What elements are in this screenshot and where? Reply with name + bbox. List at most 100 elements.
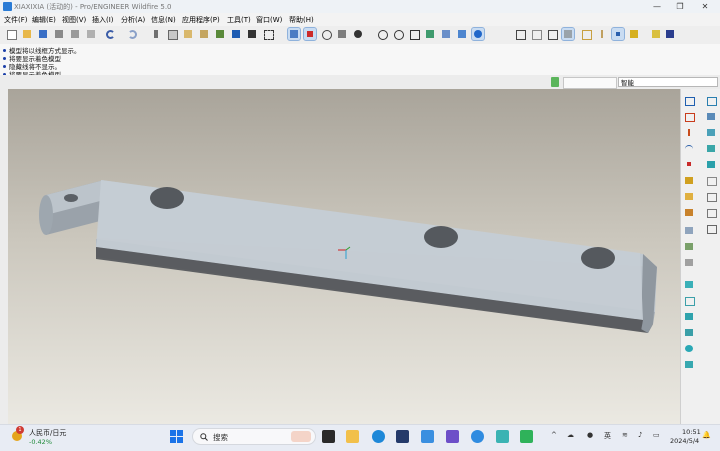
- volume-icon[interactable]: ♪: [638, 431, 642, 439]
- menu-applications[interactable]: 应用程序(P): [182, 15, 220, 25]
- chamfer-icon[interactable]: [684, 360, 694, 369]
- undo-icon[interactable]: [104, 28, 116, 40]
- regenerate-icon[interactable]: [214, 28, 226, 40]
- wifi-icon[interactable]: ≋: [622, 431, 628, 439]
- microphone-icon[interactable]: ●: [587, 431, 593, 439]
- layers-icon[interactable]: [456, 28, 468, 40]
- revolve-icon[interactable]: [684, 226, 694, 235]
- open-folder-icon[interactable]: [21, 28, 33, 40]
- menu-analysis[interactable]: 分析(A): [121, 15, 145, 25]
- taskbar-search-box[interactable]: 搜索: [192, 428, 316, 445]
- sketch-icon[interactable]: [684, 96, 695, 106]
- csys-icon[interactable]: [684, 176, 694, 185]
- edge-browser-icon[interactable]: [372, 430, 385, 443]
- cut-icon[interactable]: [150, 28, 162, 40]
- zoom-in-icon[interactable]: [376, 28, 388, 40]
- browser-icon[interactable]: [471, 430, 484, 443]
- no-hidden-icon[interactable]: [546, 28, 558, 40]
- close-button[interactable]: ✕: [698, 1, 712, 12]
- extend-icon[interactable]: [706, 160, 716, 169]
- display-style-icon[interactable]: [471, 27, 485, 41]
- battery-icon[interactable]: ▭: [653, 431, 660, 439]
- menu-insert[interactable]: 插入(I): [92, 15, 114, 25]
- file-explorer-icon[interactable]: [346, 430, 359, 443]
- task-view-icon[interactable]: [322, 430, 335, 443]
- merge-icon[interactable]: [706, 128, 716, 137]
- spin-center-icon[interactable]: [303, 27, 317, 41]
- reorient-icon[interactable]: [424, 28, 436, 40]
- coordinate-systems-icon[interactable]: [628, 28, 640, 40]
- app-icon[interactable]: [421, 430, 434, 443]
- stock-ticker-name[interactable]: 人民币/日元: [29, 428, 66, 438]
- hole-icon[interactable]: [684, 280, 694, 289]
- menu-help[interactable]: 帮助(H): [289, 15, 314, 25]
- select-box-icon[interactable]: [262, 28, 274, 40]
- sweep-icon[interactable]: [684, 242, 694, 251]
- wireframe-icon[interactable]: [514, 28, 526, 40]
- paste-icon[interactable]: [182, 28, 194, 40]
- maximize-button[interactable]: ❐: [673, 1, 687, 12]
- paste-special-icon[interactable]: [198, 28, 210, 40]
- print-icon[interactable]: [53, 28, 65, 40]
- annotation-icon[interactable]: [650, 28, 662, 40]
- context-help-icon[interactable]: [664, 28, 676, 40]
- menu-edit[interactable]: 编辑(E): [32, 15, 56, 25]
- selection-filter-dropdown[interactable]: 智能: [618, 77, 718, 87]
- menu-tools[interactable]: 工具(T): [227, 15, 251, 25]
- print-preview-icon[interactable]: [69, 28, 81, 40]
- point-icon[interactable]: [684, 160, 694, 169]
- orient-mode-icon[interactable]: [320, 28, 332, 40]
- stock-ticker-change[interactable]: -0.42%: [29, 438, 52, 446]
- view-manager-icon[interactable]: [336, 28, 348, 40]
- ime-indicator[interactable]: 英: [604, 431, 611, 441]
- proe-taskbar-icon[interactable]: [496, 430, 509, 443]
- mirror-icon[interactable]: [706, 112, 716, 121]
- menu-view[interactable]: 视图(V): [62, 15, 86, 25]
- axis-icon[interactable]: [684, 128, 694, 137]
- copy-feature-icon[interactable]: [706, 96, 717, 106]
- round-icon[interactable]: [684, 344, 694, 353]
- save-icon[interactable]: [37, 28, 49, 40]
- analysis-icon[interactable]: [684, 192, 694, 201]
- clock-date[interactable]: 2024/5/4: [670, 437, 699, 445]
- tray-overflow-icon[interactable]: ^: [551, 431, 557, 439]
- offset-icon[interactable]: [706, 176, 717, 186]
- menu-file[interactable]: 文件(F): [4, 15, 28, 25]
- zoom-out-icon[interactable]: [392, 28, 404, 40]
- menu-window[interactable]: 窗口(W): [256, 15, 282, 25]
- cloud-icon[interactable]: ☁: [567, 431, 574, 439]
- store-icon[interactable]: [396, 430, 409, 443]
- minimize-button[interactable]: —: [650, 1, 664, 12]
- solidify-icon[interactable]: [706, 208, 717, 218]
- wechat-icon[interactable]: [520, 430, 533, 443]
- photos-icon[interactable]: [446, 430, 459, 443]
- appearance-icon[interactable]: [352, 28, 364, 40]
- menu-info[interactable]: 信息(N): [151, 15, 176, 25]
- clock-time[interactable]: 10:51: [682, 428, 701, 436]
- send-mail-icon[interactable]: [85, 28, 97, 40]
- notification-bell-icon[interactable]: 🔔: [702, 431, 711, 439]
- start-button[interactable]: [170, 430, 183, 443]
- blend-icon[interactable]: [684, 258, 694, 267]
- intersect-icon[interactable]: [706, 192, 717, 202]
- datum-points-icon[interactable]: [611, 27, 625, 41]
- rib-icon[interactable]: [684, 312, 694, 321]
- extrude-icon[interactable]: [684, 208, 694, 217]
- trim-icon[interactable]: [706, 144, 716, 153]
- thicken-icon[interactable]: [706, 224, 717, 234]
- draft-icon[interactable]: [684, 328, 694, 337]
- hidden-line-icon[interactable]: [530, 28, 542, 40]
- redo-icon[interactable]: [126, 28, 138, 40]
- datum-planes-icon[interactable]: [580, 28, 592, 40]
- plane-icon[interactable]: [684, 112, 695, 122]
- saved-views-icon[interactable]: [440, 28, 452, 40]
- shading-icon[interactable]: [561, 27, 575, 41]
- curve-icon[interactable]: [684, 144, 694, 153]
- reorder-icon[interactable]: [230, 28, 242, 40]
- copy-icon[interactable]: [166, 28, 178, 40]
- find-icon[interactable]: [246, 28, 258, 40]
- datum-axes-icon[interactable]: [596, 28, 608, 40]
- graphics-viewport[interactable]: [8, 89, 680, 424]
- repaint-icon[interactable]: [287, 27, 301, 41]
- refit-icon[interactable]: [408, 28, 420, 40]
